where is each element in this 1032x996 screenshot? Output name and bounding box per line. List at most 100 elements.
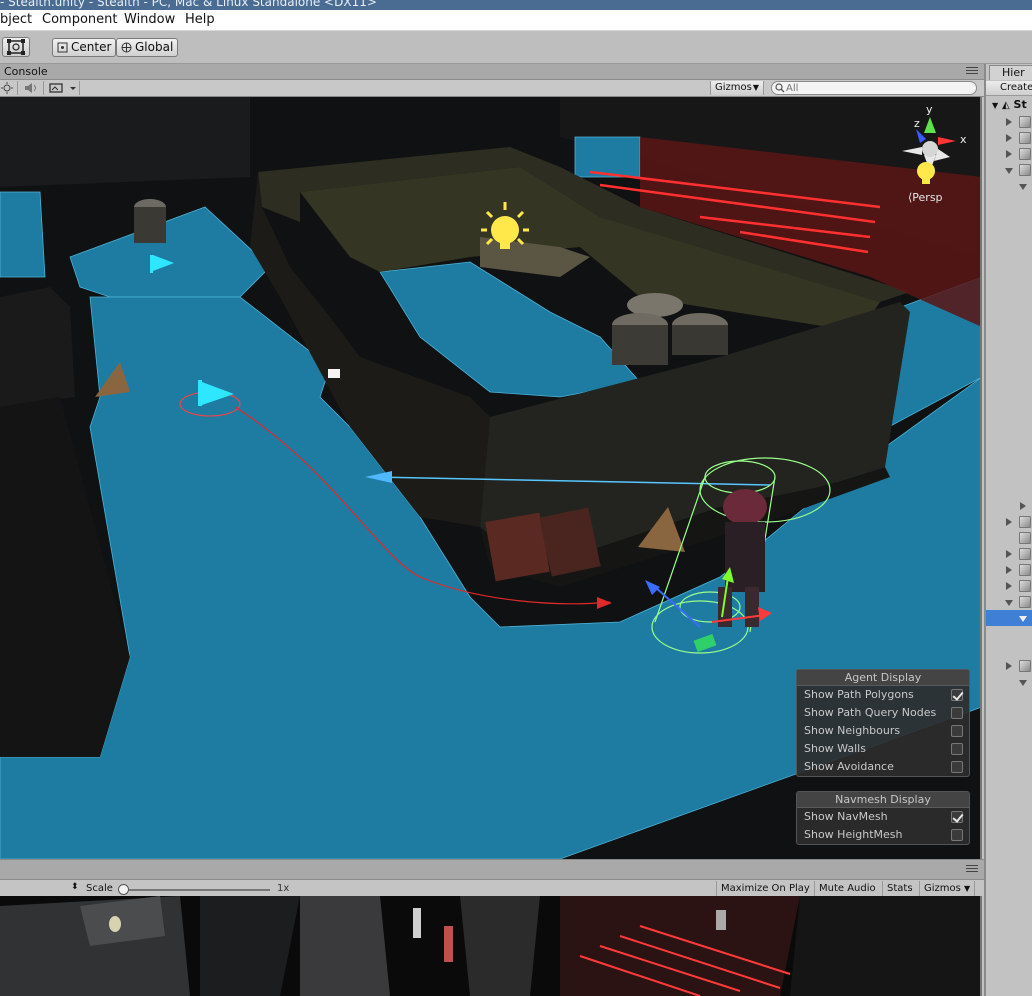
tab-hierarchy[interactable]: Hier (989, 65, 1032, 80)
svg-text:z: z (914, 117, 920, 130)
scene-control-bar: Gizmos ▼ (0, 80, 984, 97)
list-item[interactable] (986, 130, 1032, 146)
list-item[interactable] (986, 178, 1032, 194)
option-label: Show HeightMesh (804, 828, 903, 841)
expand-arrow-icon[interactable] (1020, 502, 1026, 510)
menu-component[interactable]: Component (42, 12, 117, 27)
scene-effects-dropdown[interactable] (46, 81, 80, 95)
agent-display-title: Agent Display (797, 670, 969, 686)
mute-audio-button[interactable]: Mute Audio (814, 881, 880, 897)
menu-gameobject[interactable]: bject (0, 12, 32, 27)
pivot-center-label: Center (71, 40, 112, 54)
option-show-heightmesh[interactable]: Show HeightMesh (797, 826, 969, 844)
scene-gizmos-dropdown[interactable]: Gizmos ▼ (710, 81, 764, 95)
expand-arrow-icon[interactable] (1006, 566, 1012, 574)
option-show-navmesh[interactable]: Show NavMesh (797, 808, 969, 826)
list-item[interactable] (986, 162, 1032, 178)
scene-search-input[interactable] (771, 81, 977, 95)
checkbox[interactable] (951, 725, 963, 737)
list-item[interactable] (986, 530, 1032, 546)
panel-menu-icon[interactable] (966, 67, 978, 76)
gameobject-icon (1019, 564, 1031, 576)
option-show-path-query-nodes[interactable]: Show Path Query Nodes (797, 704, 969, 722)
option-show-avoidance[interactable]: Show Avoidance (797, 758, 969, 776)
list-item[interactable] (986, 114, 1032, 130)
scale-label: Scale (86, 883, 113, 894)
window-title-bar: - Stealth.unity - Stealth - PC, Mac & Li… (0, 0, 1032, 10)
hierarchy-panel: Hier Create ▼ ◭ St (984, 64, 1032, 996)
gameobject-icon (1019, 660, 1031, 672)
checkbox[interactable] (951, 743, 963, 755)
search-icon (775, 83, 785, 93)
scene-lighting-button[interactable] (0, 81, 18, 95)
hierarchy-scene-root[interactable]: ▼ ◭ St (992, 98, 1027, 111)
stats-button[interactable]: Stats (882, 881, 917, 897)
option-show-path-polygons[interactable]: Show Path Polygons (797, 686, 969, 704)
checkbox[interactable] (951, 811, 963, 823)
list-item[interactable] (986, 146, 1032, 162)
game-gizmos-dropdown[interactable]: Gizmos ▼ (919, 881, 976, 897)
expand-arrow-icon[interactable] (1006, 550, 1012, 558)
projection-label[interactable]: ⟨Persp (908, 191, 943, 204)
menu-help[interactable]: Help (185, 12, 215, 27)
collapse-arrow-icon[interactable] (1019, 680, 1027, 686)
pivot-center-icon (57, 42, 68, 53)
game-render (0, 896, 980, 996)
scene-viewport[interactable]: y z x ⟨Persp Agent Display Show Path Pol… (0, 97, 982, 859)
collapse-arrow-icon[interactable] (1005, 600, 1013, 606)
collapse-arrow-icon[interactable] (1019, 184, 1027, 190)
list-item[interactable] (986, 674, 1032, 690)
list-item[interactable] (986, 514, 1032, 530)
expand-arrow-icon[interactable] (1006, 150, 1012, 158)
checkbox[interactable] (951, 707, 963, 719)
gameobject-icon (1019, 516, 1031, 528)
checkbox[interactable] (951, 829, 963, 841)
checkbox[interactable] (951, 761, 963, 773)
global-space-button[interactable]: Global (116, 38, 178, 57)
scale-value: 1x (277, 883, 290, 894)
scale-slider-thumb[interactable] (118, 884, 129, 895)
collapse-arrow-icon[interactable] (1005, 168, 1013, 174)
scene-audio-button[interactable] (20, 81, 44, 95)
svg-text:x: x (960, 133, 967, 146)
option-label: Show NavMesh (804, 810, 888, 823)
image-icon (49, 83, 76, 93)
scale-slider-track[interactable] (122, 889, 270, 891)
expand-arrow-icon[interactable] (1006, 134, 1012, 142)
list-item[interactable] (986, 594, 1032, 610)
list-item[interactable] (986, 658, 1032, 674)
expand-arrow-icon[interactable] (1006, 118, 1012, 126)
tab-console[interactable]: Console (4, 65, 48, 78)
option-label: Show Walls (804, 742, 866, 755)
list-item[interactable] (986, 498, 1032, 514)
global-space-label: Global (135, 40, 174, 54)
gameobject-icon (1019, 596, 1031, 608)
expand-arrow-icon[interactable] (1006, 518, 1012, 526)
hierarchy-create-button[interactable]: Create (986, 81, 1032, 96)
option-show-neighbours[interactable]: Show Neighbours (797, 722, 969, 740)
aspect-dropdown-icon[interactable]: ⬍ (71, 882, 79, 892)
list-item[interactable] (986, 546, 1032, 562)
global-icon (121, 42, 132, 53)
menu-window[interactable]: Window (124, 12, 175, 27)
collapse-arrow-icon[interactable] (1019, 616, 1027, 622)
gameobject-icon (1019, 116, 1031, 128)
checkbox[interactable] (951, 689, 963, 701)
game-viewport[interactable] (0, 896, 982, 996)
gameobject-icon (1019, 548, 1031, 560)
rect-tool-button[interactable] (2, 37, 30, 57)
game-tab-strip (0, 860, 984, 880)
navmesh-display-title: Navmesh Display (797, 792, 969, 808)
panel-menu-icon[interactable] (966, 865, 978, 874)
list-item-selected[interactable] (986, 610, 1032, 626)
expand-arrow-icon[interactable] (1006, 582, 1012, 590)
agent-display-panel: Agent Display Show Path Polygons Show Pa… (796, 669, 970, 777)
option-show-walls[interactable]: Show Walls (797, 740, 969, 758)
expand-arrow-icon[interactable] (1006, 662, 1012, 670)
list-item[interactable] (986, 578, 1032, 594)
pivot-center-button[interactable]: Center (52, 38, 116, 57)
gameobject-icon (1019, 532, 1031, 544)
list-item[interactable] (986, 562, 1032, 578)
maximize-on-play-button[interactable]: Maximize On Play (716, 881, 814, 897)
gameobject-icon (1019, 148, 1031, 160)
